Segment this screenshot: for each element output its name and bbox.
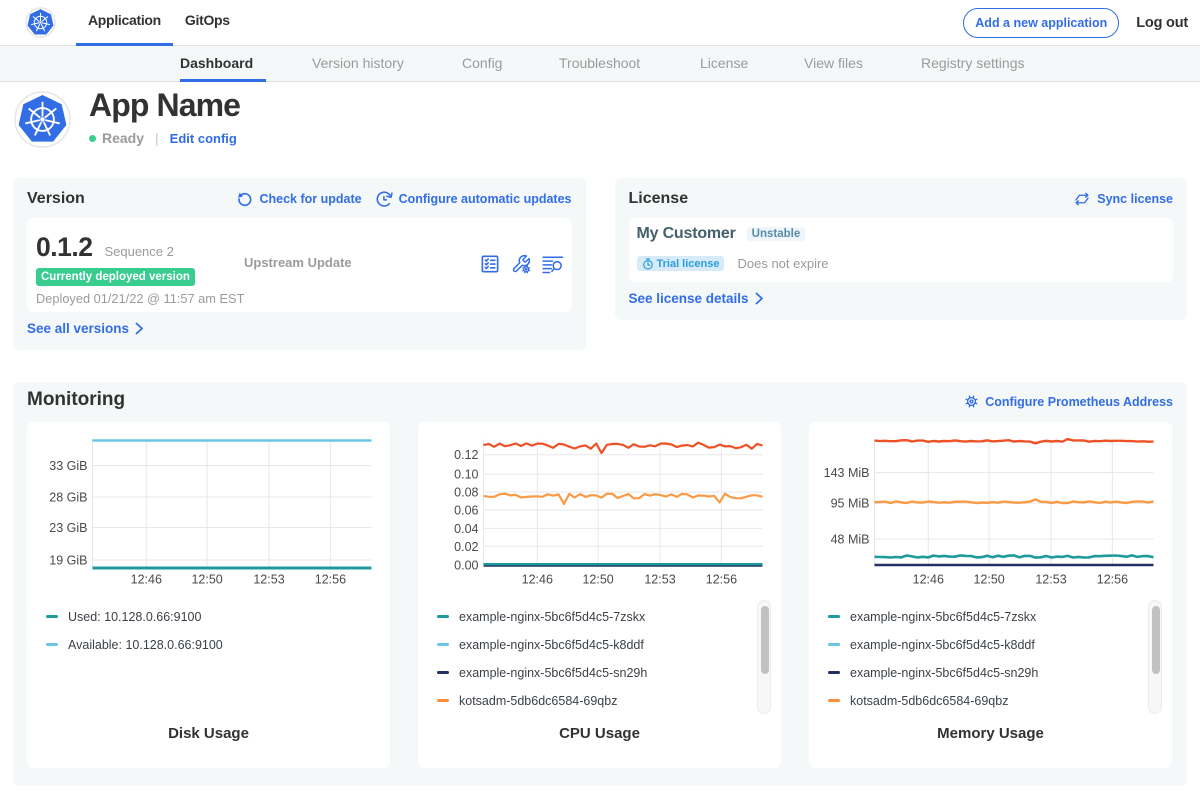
svg-text:12:46: 12:46 bbox=[913, 572, 944, 586]
svg-text:12:46: 12:46 bbox=[131, 572, 162, 586]
svg-text:12:46: 12:46 bbox=[522, 572, 553, 586]
svg-text:95 MiB: 95 MiB bbox=[831, 496, 870, 510]
svg-text:12:56: 12:56 bbox=[315, 572, 346, 586]
svg-text:12:53: 12:53 bbox=[644, 572, 675, 586]
svg-text:143 MiB: 143 MiB bbox=[824, 466, 870, 480]
svg-text:0.02: 0.02 bbox=[454, 539, 478, 553]
svg-text:0.04: 0.04 bbox=[454, 521, 478, 535]
svg-text:0.06: 0.06 bbox=[454, 503, 478, 517]
svg-text:12:53: 12:53 bbox=[1035, 572, 1066, 586]
svg-text:33 GiB: 33 GiB bbox=[49, 459, 87, 473]
svg-text:12:50: 12:50 bbox=[191, 572, 222, 586]
svg-text:0.12: 0.12 bbox=[454, 448, 478, 462]
svg-text:12:53: 12:53 bbox=[253, 572, 284, 586]
svg-text:12:56: 12:56 bbox=[1097, 572, 1128, 586]
svg-text:23 GiB: 23 GiB bbox=[49, 521, 87, 535]
svg-text:0.00: 0.00 bbox=[454, 558, 478, 572]
svg-text:12:50: 12:50 bbox=[973, 572, 1004, 586]
svg-text:19 GiB: 19 GiB bbox=[49, 553, 87, 567]
svg-text:12:56: 12:56 bbox=[706, 572, 737, 586]
svg-text:48 MiB: 48 MiB bbox=[831, 532, 870, 546]
svg-text:0.10: 0.10 bbox=[454, 467, 478, 481]
svg-text:0.08: 0.08 bbox=[454, 485, 478, 499]
svg-text:28 GiB: 28 GiB bbox=[49, 490, 87, 504]
svg-text:12:50: 12:50 bbox=[582, 572, 613, 586]
